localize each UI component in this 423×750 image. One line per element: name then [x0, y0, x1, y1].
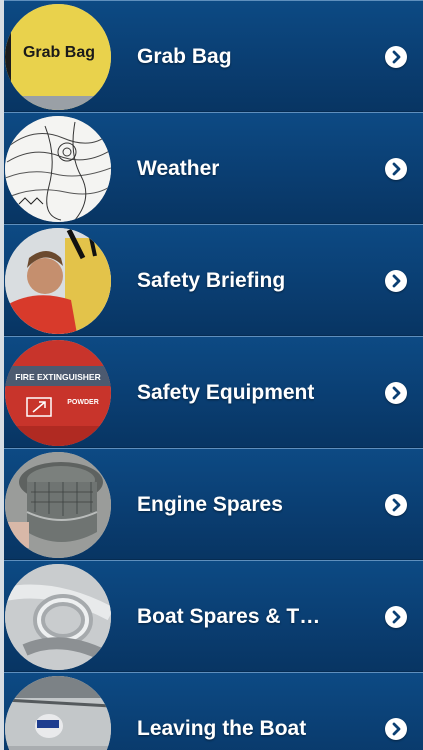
boat-deck-thumbnail [5, 676, 111, 750]
grab-bag-thumbnail: Grab Bag [5, 4, 111, 110]
menu-item-safety-equipment[interactable]: FIRE EXTINGUISHER POWDER Safety Equipmen… [0, 336, 423, 448]
fire-extinguisher-thumbnail: FIRE EXTINGUISHER POWDER [5, 340, 111, 446]
menu-item-leaving-the-boat[interactable]: Leaving the Boat [0, 672, 423, 750]
menu-list: Grab Bag Grab Bag Weather Safety Briefin… [0, 0, 423, 750]
menu-item-label: Leaving the Boat [137, 717, 307, 740]
menu-item-engine-spares[interactable]: Engine Spares [0, 448, 423, 560]
menu-item-grab-bag[interactable]: Grab Bag Grab Bag [0, 0, 423, 112]
menu-item-boat-spares[interactable]: Boat Spares & T… [0, 560, 423, 672]
grab-bag-thumb-text: Grab Bag [23, 44, 95, 61]
safety-briefing-thumbnail [5, 228, 111, 334]
chevron-right-icon [385, 494, 407, 516]
menu-item-label: Boat Spares & T… [137, 605, 321, 628]
chevron-right-icon [385, 382, 407, 404]
engine-filter-thumbnail [5, 452, 111, 558]
boat-shackle-thumbnail [5, 564, 111, 670]
menu-item-label: Safety Equipment [137, 381, 315, 404]
menu-item-label: Weather [137, 157, 220, 180]
powder-thumb-text: POWDER [67, 399, 99, 406]
menu-item-weather[interactable]: Weather [0, 112, 423, 224]
menu-item-label: Engine Spares [137, 493, 283, 516]
menu-screen: Grab Bag Grab Bag Weather Safety Briefin… [0, 0, 423, 750]
weather-chart-thumbnail [5, 116, 111, 222]
chevron-right-icon [385, 270, 407, 292]
chevron-right-icon [385, 718, 407, 740]
menu-item-label: Grab Bag [137, 45, 232, 68]
fire-extinguisher-thumb-text: FIRE EXTINGUISHER [15, 372, 100, 382]
chevron-right-icon [385, 158, 407, 180]
menu-item-label: Safety Briefing [137, 269, 286, 292]
left-edge-strip [0, 0, 4, 750]
menu-item-safety-briefing[interactable]: Safety Briefing [0, 224, 423, 336]
chevron-right-icon [385, 46, 407, 68]
chevron-right-icon [385, 606, 407, 628]
